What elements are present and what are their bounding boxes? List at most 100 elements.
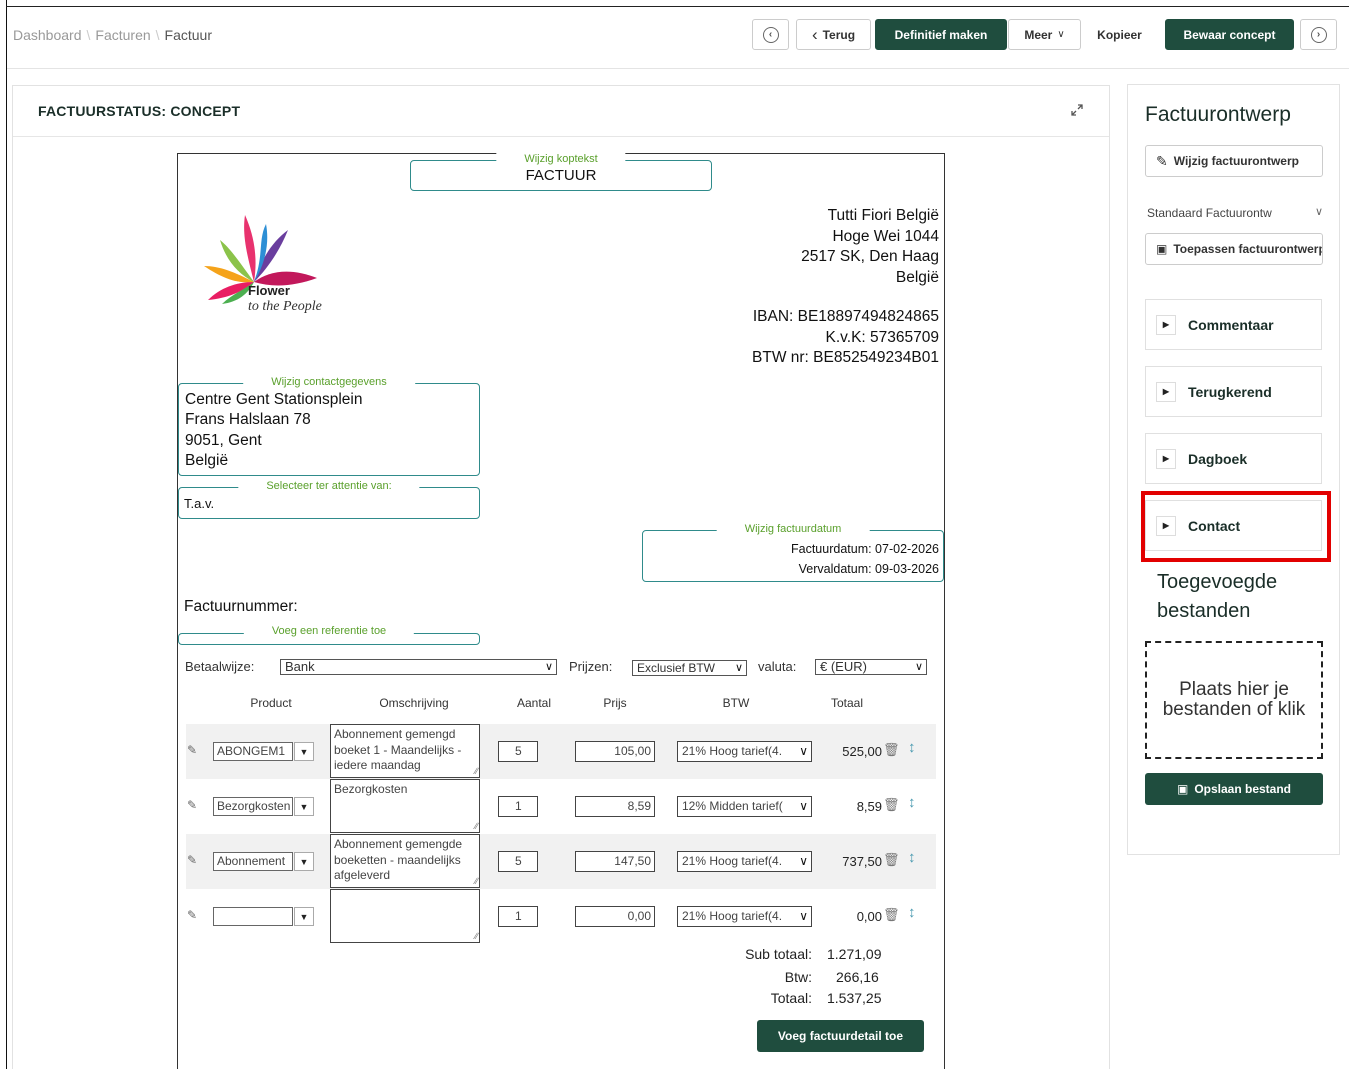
add-invoice-detail-button[interactable]: Voeg factuurdetail toe — [757, 1020, 924, 1052]
description-text: Bezorgkosten — [334, 782, 408, 796]
reference-fieldset[interactable]: Voeg een referentie toe — [178, 625, 480, 645]
trash-icon[interactable]: 🗑 — [883, 797, 900, 813]
prices-value: Exclusief BTW — [637, 661, 716, 675]
trash-icon[interactable]: 🗑 — [883, 907, 900, 923]
quantity-input[interactable]: 1 — [498, 906, 538, 927]
chevron-down-icon: ∨ — [1057, 29, 1065, 40]
product-select[interactable]: Abonnement — [213, 852, 293, 871]
edit-design-label: Wijzig factuurontwerp — [1173, 154, 1299, 168]
product-select[interactable]: ABONGEM1 — [213, 742, 293, 761]
expand-icon[interactable] — [1069, 102, 1085, 118]
save-draft-button[interactable]: Bewaar concept — [1165, 19, 1294, 50]
payment-label: Betaalwijze: — [185, 659, 255, 674]
contact-fieldset[interactable]: Wijzig contactgegevens Centre Gent Stati… — [178, 376, 480, 476]
edit-icon[interactable]: ✎ — [187, 908, 201, 922]
vat-total-value: 266,16 — [836, 969, 879, 985]
description-text: Abonnement gemengde boeketten - maandeli… — [334, 837, 463, 882]
resize-grip-icon[interactable]: ∕∕ — [475, 767, 478, 776]
quantity-input[interactable]: 1 — [498, 796, 538, 817]
added-files-label: Toegevoegde bestanden — [1157, 571, 1278, 622]
column-header-product: Product — [250, 696, 292, 710]
caret-right-icon: ▶ — [1156, 381, 1176, 402]
quantity-input[interactable]: 5 — [498, 741, 538, 762]
resize-grip-icon[interactable]: ∕∕ — [475, 932, 478, 941]
updown-arrow-icon[interactable]: ↕ — [908, 904, 918, 921]
more-button[interactable]: Meer ∨ — [1008, 19, 1081, 50]
trash-icon[interactable]: 🗑 — [883, 852, 900, 868]
caret-right-icon: ▶ — [1156, 448, 1176, 469]
apply-design-button[interactable]: ▣ Toepassen factuurontwerp — [1145, 233, 1323, 265]
invoice-number-label: Factuurnummer: — [184, 598, 298, 615]
price-input[interactable]: 147,50 — [575, 851, 655, 872]
updown-arrow-icon[interactable]: ↕ — [908, 849, 918, 866]
save-draft-label: Bewaar concept — [1183, 27, 1276, 42]
description-textarea[interactable]: Abonnement gemengde boeketten - maandeli… — [330, 834, 480, 888]
chevron-down-icon: ∨ — [914, 661, 923, 673]
description-textarea[interactable]: Abonnement gemengd boeket 1 - Maandelijk… — [330, 724, 480, 778]
section-recurring[interactable]: ▶ Terugkerend — [1145, 366, 1322, 417]
subtotal-value: 1.271,09 — [827, 946, 882, 962]
more-label: Meer — [1024, 27, 1053, 42]
updown-arrow-icon[interactable]: ↕ — [908, 739, 918, 756]
line-total: 525,00 — [842, 744, 882, 759]
caret-down-icon[interactable]: ▼ — [294, 797, 314, 816]
company-kvk: K.v.K: 57365709 — [825, 328, 939, 346]
edit-icon[interactable]: ✎ — [187, 743, 201, 757]
section-comment[interactable]: ▶ Commentaar — [1145, 299, 1322, 350]
attention-fieldset[interactable]: Selecteer ter attentie van: T.a.v. — [178, 480, 480, 519]
section-journal[interactable]: ▶ Dagboek — [1145, 433, 1322, 484]
previous-button[interactable]: ‹ — [752, 19, 789, 50]
edit-icon[interactable]: ✎ — [187, 853, 201, 867]
breadcrumb-factuur: Factuur — [164, 27, 212, 43]
quantity-input[interactable]: 5 — [498, 851, 538, 872]
header-fieldset[interactable]: Wijzig koptekst FACTUUR — [410, 153, 712, 191]
edit-design-button[interactable]: ✎ Wijzig factuurontwerp — [1145, 145, 1323, 177]
resize-grip-icon[interactable]: ∕∕ — [475, 822, 478, 831]
breadcrumb-dashboard[interactable]: Dashboard — [13, 27, 82, 43]
save-file-button[interactable]: ▣ Opslaan bestand — [1145, 773, 1323, 805]
attention-value: T.a.v. — [184, 496, 215, 511]
breadcrumb-facturen[interactable]: Facturen — [95, 27, 150, 43]
attention-legend[interactable]: Selecteer ter attentie van: — [238, 480, 420, 492]
section-journal-label: Dagboek — [1188, 450, 1248, 467]
circle-right-icon: › — [1310, 26, 1327, 43]
caret-down-icon[interactable]: ▼ — [294, 742, 314, 761]
product-select[interactable]: Bezorgkosten — [213, 797, 293, 816]
next-button[interactable]: › — [1300, 19, 1337, 50]
back-label: Terug — [822, 27, 856, 42]
updown-arrow-icon[interactable]: ↕ — [908, 794, 918, 811]
date-legend[interactable]: Wijzig factuurdatum — [716, 523, 870, 535]
save-icon: ▣ — [1176, 782, 1189, 796]
edit-icon[interactable]: ✎ — [187, 798, 201, 812]
caret-down-icon[interactable]: ▼ — [294, 852, 314, 871]
price-input[interactable]: 105,00 — [575, 741, 655, 762]
back-button[interactable]: ‹ Terug — [796, 19, 871, 50]
contact-legend[interactable]: Wijzig contactgegevens — [243, 376, 415, 388]
vat-value: 21% Hoog tarief(4. — [682, 744, 783, 758]
header-legend[interactable]: Wijzig koptekst — [496, 153, 626, 165]
copy-button[interactable]: Kopieer — [1082, 19, 1157, 50]
vat-value: 21% Hoog tarief(4. — [682, 909, 783, 923]
file-dropzone[interactable]: Plaats hier je bestanden of klik — [1145, 641, 1323, 759]
price-input[interactable]: 0,00 — [575, 906, 655, 927]
prices-select[interactable]: Exclusief BTW ∨ — [632, 660, 747, 676]
product-select[interactable] — [213, 907, 293, 926]
contact-country: België — [185, 451, 229, 469]
trash-icon[interactable]: 🗑 — [883, 742, 900, 758]
resize-grip-icon[interactable]: ∕∕ — [475, 877, 478, 886]
design-select[interactable]: Standaard Factuurontw ∨ — [1147, 206, 1323, 220]
finalize-button[interactable]: Definitief maken — [875, 19, 1007, 50]
description-textarea[interactable]: ∕∕ — [330, 889, 480, 943]
section-recurring-label: Terugkerend — [1188, 383, 1272, 400]
design-select-value: Standaard Factuurontw — [1147, 206, 1272, 220]
price-input[interactable]: 8,59 — [575, 796, 655, 817]
currency-select[interactable]: € (EUR) ∨ — [815, 659, 927, 675]
status-separator — [13, 136, 1109, 137]
company-city: 2517 SK, Den Haag — [801, 248, 939, 265]
reference-legend[interactable]: Voeg een referentie toe — [243, 625, 415, 637]
description-textarea[interactable]: Bezorgkosten ∕∕ — [330, 779, 480, 833]
date-fieldset[interactable]: Wijzig factuurdatum Factuurdatum: 07-02-… — [642, 523, 944, 582]
caret-down-icon[interactable]: ▼ — [294, 907, 314, 926]
apply-design-label: Toepassen factuurontwerp — [1173, 242, 1323, 256]
payment-select[interactable]: Bank ∨ — [280, 659, 557, 675]
